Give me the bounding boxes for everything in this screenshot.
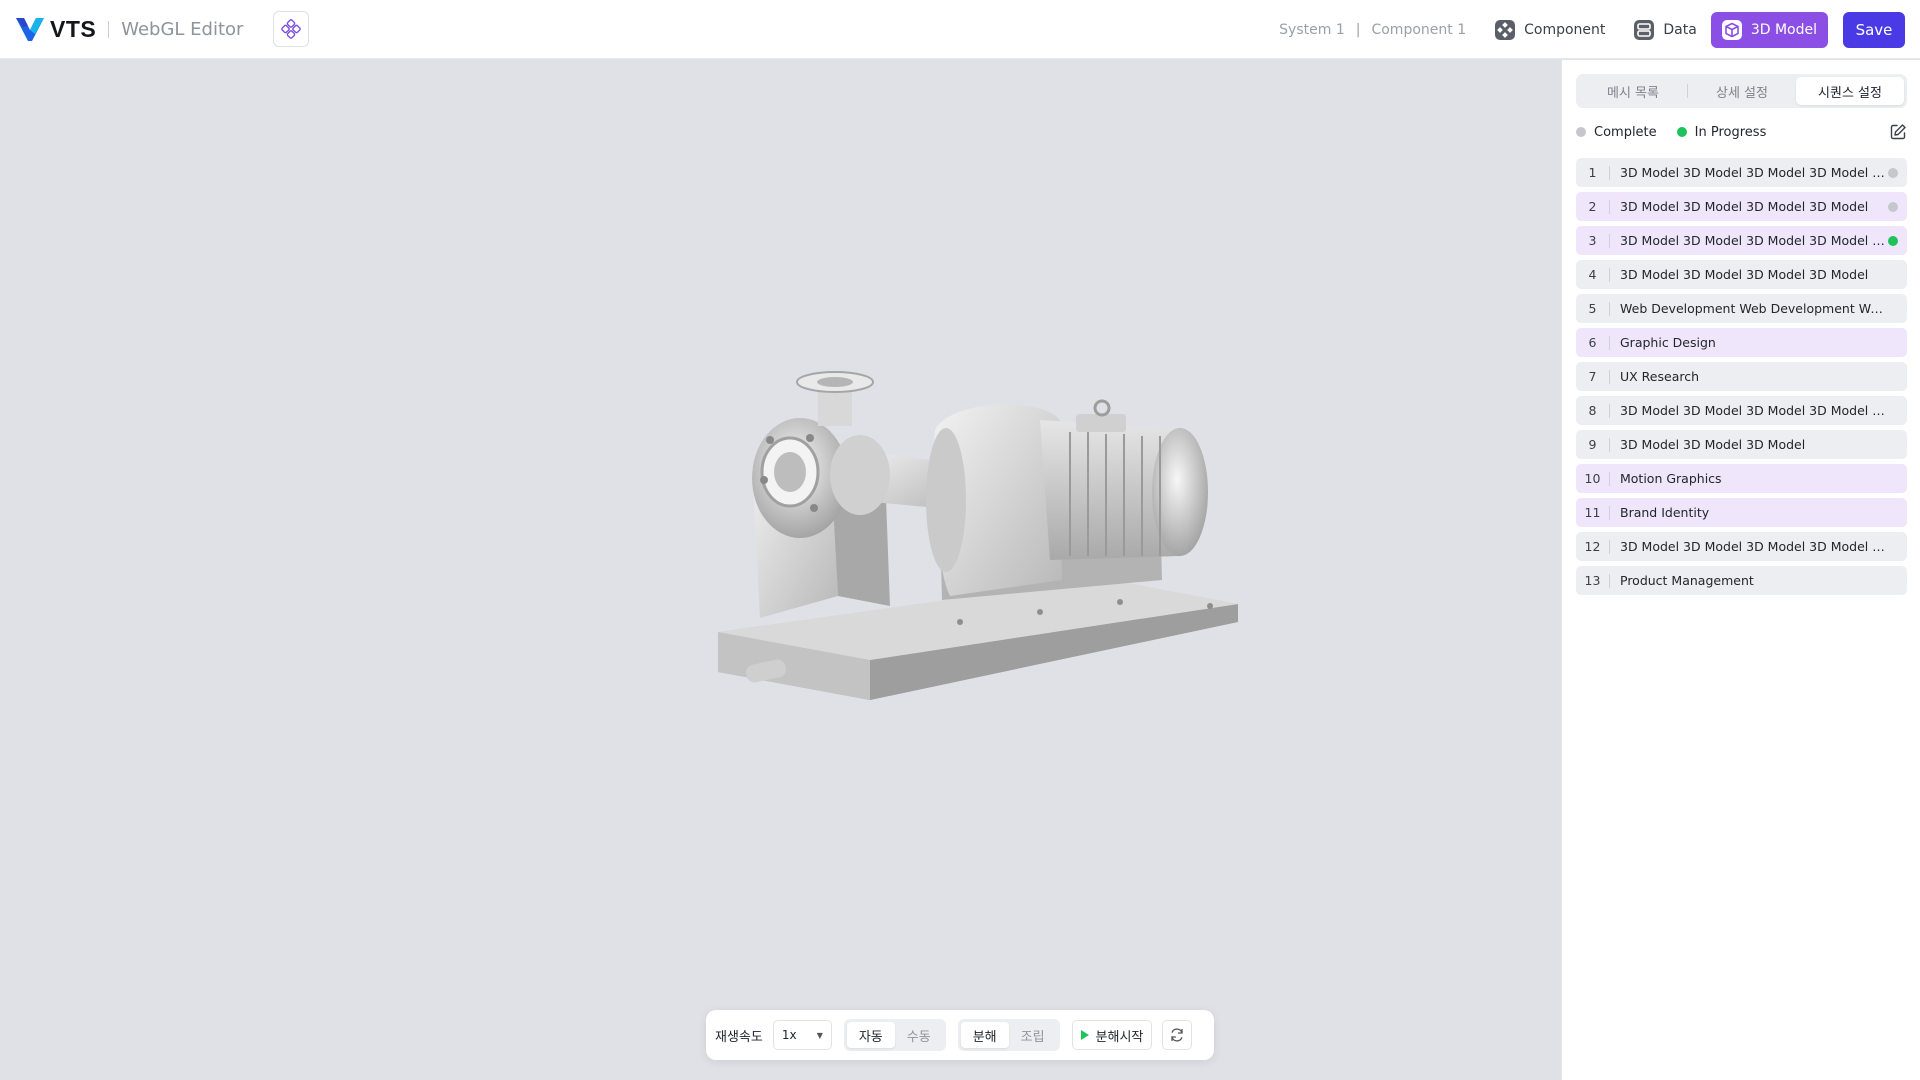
app-title: WebGL Editor xyxy=(121,18,244,40)
sequence-row[interactable]: 10 Motion Graphics xyxy=(1576,464,1907,493)
cube-icon xyxy=(1721,19,1742,40)
sequence-number: 6 xyxy=(1576,335,1610,350)
refresh-icon xyxy=(1171,1028,1184,1042)
complete-status-dot xyxy=(1888,202,1898,212)
sequence-label: UX Research xyxy=(1620,369,1700,384)
legend-in-progress-label: In Progress xyxy=(1694,124,1767,140)
mode-auto-button[interactable]: 자동 xyxy=(846,1022,895,1048)
legend-in-progress: In Progress xyxy=(1676,124,1767,140)
webgl-viewport[interactable]: 재생속도 1x ▼ 자동 수동 분해 조립 분해시작 xyxy=(0,60,1561,1080)
sequence-list: 1 3D Model 3D Model 3D Model 3D Model 3D … xyxy=(1576,158,1907,600)
complete-status-dot xyxy=(1888,168,1898,178)
speed-label: 재생속도 xyxy=(715,1029,763,1045)
sequence-number: 1 xyxy=(1576,165,1610,180)
sequence-number: 11 xyxy=(1576,505,1610,520)
data-nav-label: Data xyxy=(1663,21,1697,38)
complete-dot xyxy=(1576,127,1586,137)
mode-manual-button[interactable]: 수동 xyxy=(895,1022,943,1048)
sequence-row[interactable]: 13 Product Management xyxy=(1576,566,1907,595)
sequence-number: 4 xyxy=(1576,267,1610,282)
refresh-button[interactable] xyxy=(1162,1020,1193,1050)
sequence-row[interactable]: 3 3D Model 3D Model 3D Model 3D Model 3D … xyxy=(1576,226,1907,255)
data-nav-button[interactable]: Data xyxy=(1633,19,1697,41)
sequence-label: 3D Model 3D Model 3D Model 3D Model 3D M… xyxy=(1620,165,1888,180)
sequence-row[interactable]: 1 3D Model 3D Model 3D Model 3D Model 3D … xyxy=(1576,158,1907,187)
breadcrumb-component[interactable]: Component 1 xyxy=(1371,22,1466,38)
action-toggle: 분해 조립 xyxy=(957,1019,1060,1051)
sequence-row[interactable]: 6 Graphic Design xyxy=(1576,328,1907,357)
breadcrumb-separator: | xyxy=(1355,21,1361,38)
3d-model-nav-label: 3D Model xyxy=(1750,21,1817,38)
graph-nodes-icon xyxy=(281,19,302,39)
speed-value: 1x xyxy=(781,1028,797,1042)
sequence-label: Motion Graphics xyxy=(1620,471,1722,486)
play-icon xyxy=(1080,1030,1089,1040)
sequence-row[interactable]: 9 3D Model 3D Model 3D Model xyxy=(1576,430,1907,459)
database-icon xyxy=(1634,19,1655,40)
component-nav-label: Component xyxy=(1524,21,1606,38)
chevron-down-icon: ▼ xyxy=(816,1030,823,1040)
in-progress-status-dot xyxy=(1888,236,1898,246)
vts-logo-icon xyxy=(16,18,44,41)
sequence-number: 2 xyxy=(1576,199,1610,214)
sequence-label: Brand Identity xyxy=(1620,505,1710,520)
component-nav-button[interactable]: Component xyxy=(1494,19,1605,41)
panel-tabs: 메시 목록 상세 설정 시퀀스 설정 xyxy=(1576,74,1907,108)
logo-text: VTS xyxy=(50,15,97,42)
logo[interactable]: VTS xyxy=(15,14,96,44)
breadcrumb-system[interactable]: System 1 xyxy=(1279,22,1345,38)
disassemble-button[interactable]: 분해 xyxy=(960,1022,1009,1048)
sequence-label: 3D Model 3D Model 3D Model 3D Model 3D M… xyxy=(1620,539,1888,554)
sequence-label: 3D Model 3D Model 3D Model 3D Model xyxy=(1620,267,1869,282)
sequence-number: 3 xyxy=(1576,233,1610,248)
start-disassembly-button[interactable]: 분해시작 xyxy=(1071,1020,1153,1050)
legend-complete-label: Complete xyxy=(1594,124,1657,140)
sequence-label: 3D Model 3D Model 3D Model 3D Model 3D M… xyxy=(1620,233,1888,248)
in-progress-dot xyxy=(1676,127,1687,137)
sequence-number: 12 xyxy=(1576,539,1610,554)
sequence-label: 3D Model 3D Model 3D Model 3D Model 3D M… xyxy=(1620,403,1888,418)
edit-icon[interactable] xyxy=(1889,123,1907,141)
sequence-number: 5 xyxy=(1576,301,1610,316)
top-header: VTS WebGL Editor System 1 | Component 1 xyxy=(0,0,1920,59)
logo-divider xyxy=(108,20,110,38)
sequence-row[interactable]: 11 Brand Identity xyxy=(1576,498,1907,527)
sequence-label: Web Development Web Development Web Deve… xyxy=(1620,301,1888,316)
start-label: 분해시작 xyxy=(1095,1029,1144,1045)
sequence-row[interactable]: 5 Web Development Web Development Web Dev… xyxy=(1576,294,1907,323)
playback-toolbar: 재생속도 1x ▼ 자동 수동 분해 조립 분해시작 xyxy=(706,1010,1214,1060)
pump-3d-model[interactable] xyxy=(710,360,1250,800)
sequence-label: 3D Model 3D Model 3D Model xyxy=(1620,437,1806,452)
sequence-number: 10 xyxy=(1576,471,1610,486)
sequence-row[interactable]: 2 3D Model 3D Model 3D Model 3D Model xyxy=(1576,192,1907,221)
speed-select[interactable]: 1x ▼ xyxy=(772,1020,832,1050)
graph-view-button[interactable] xyxy=(273,11,310,47)
tab-mesh-list[interactable]: 메시 목록 xyxy=(1579,77,1687,105)
sequence-label: Product Management xyxy=(1620,573,1754,588)
sequence-number: 8 xyxy=(1576,403,1610,418)
legend-complete: Complete xyxy=(1576,125,1657,140)
sequence-row[interactable]: 8 3D Model 3D Model 3D Model 3D Model 3D … xyxy=(1576,396,1907,425)
sequence-label: Graphic Design xyxy=(1620,335,1716,350)
header-actions: System 1 | Component 1 Component Data 3D… xyxy=(1279,0,1905,59)
tab-detail-settings[interactable]: 상세 설정 xyxy=(1688,77,1796,105)
sequence-number: 7 xyxy=(1576,369,1610,384)
sequence-row[interactable]: 12 3D Model 3D Model 3D Model 3D Model 3D… xyxy=(1576,532,1907,561)
save-button[interactable]: Save xyxy=(1843,11,1905,48)
sequence-panel: 메시 목록 상세 설정 시퀀스 설정 Complete In Progress … xyxy=(1561,60,1920,1080)
sequence-row[interactable]: 4 3D Model 3D Model 3D Model 3D Model xyxy=(1576,260,1907,289)
sequence-number: 13 xyxy=(1576,573,1610,588)
sequence-number: 9 xyxy=(1576,437,1610,452)
sequence-row[interactable]: 7 UX Research xyxy=(1576,362,1907,391)
tab-sequence-settings[interactable]: 시퀀스 설정 xyxy=(1796,77,1904,105)
3d-model-nav-button[interactable]: 3D Model xyxy=(1710,11,1828,48)
sequence-label: 3D Model 3D Model 3D Model 3D Model xyxy=(1620,199,1869,214)
status-legend: Complete In Progress xyxy=(1576,122,1907,142)
mode-toggle: 자동 수동 xyxy=(843,1019,946,1051)
assemble-button[interactable]: 조립 xyxy=(1009,1022,1057,1048)
component-icon xyxy=(1495,19,1516,40)
